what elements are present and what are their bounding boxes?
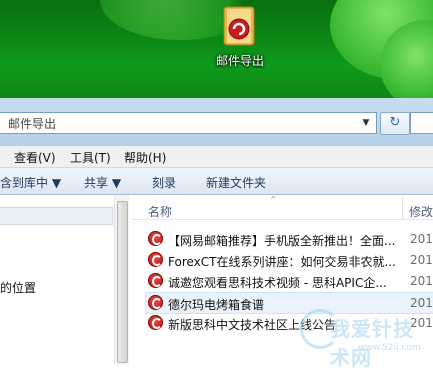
watermark-url: www.52ij.com [358,343,421,353]
netease-mail-icon [148,295,163,310]
address-field[interactable]: 邮件导出 ▼ [0,112,377,134]
netease-mail-icon [148,252,163,267]
search-input[interactable] [410,112,433,134]
menu-view[interactable]: 查看(V) [14,149,56,166]
address-bar-area: 邮件导出 ▼ ↻ [0,98,433,146]
file-date: 201 [410,232,433,246]
include-in-library-button[interactable]: 含到库中 ▼ [0,174,61,191]
nav-selected-item[interactable] [0,207,113,225]
new-folder-button[interactable]: 新建文件夹 [206,174,266,191]
scrollbar-thumb[interactable] [117,201,128,363]
menu-help[interactable]: 帮助(H) [124,149,166,166]
menu-bar: 查看(V) 工具(T) 帮助(H) [0,146,433,168]
list-item[interactable]: 诚邀您观看思科技术视频 - 思科APIC企... 201 [146,271,433,291]
column-header-modified[interactable]: 修改 [409,203,433,220]
navigation-pane: 的位置 [0,195,129,365]
address-path: 邮件导出 [8,117,57,131]
netease-mail-icon [148,231,163,246]
file-date: 201 [410,274,433,288]
file-name: 诚邀您观看思科技术视频 - 思科APIC企... [168,276,387,290]
burn-button[interactable]: 刻录 [152,174,176,191]
folder-label[interactable]: 邮件导出 [205,52,275,69]
file-name: 【网易邮箱推荐】手机版全新推出！全面... [168,234,396,248]
refresh-icon[interactable]: ↻ [380,112,410,135]
list-item[interactable]: 【网易邮箱推荐】手机版全新推出！全面... 201 [146,229,433,249]
site-watermark: 我爱针技术网 www.52ij.com [300,303,430,370]
share-button[interactable]: 共享 ▼ [84,174,121,191]
column-header-name[interactable]: 名称 [148,203,172,220]
list-header: ^ 名称 修改 [132,195,433,220]
nav-item-location[interactable]: 的位置 [0,279,36,296]
mail-folder-icon[interactable] [218,3,260,47]
menu-tools[interactable]: 工具(T) [70,149,111,166]
chevron-down-icon[interactable]: ▼ [358,114,374,132]
command-toolbar: 含到库中 ▼ 共享 ▼ 刻录 新建文件夹 [0,168,433,195]
file-name: ForexCT在线系列讲座：如何交易非农就... [168,255,396,269]
column-divider[interactable] [402,197,403,219]
list-item[interactable]: ForexCT在线系列讲座：如何交易非农就... 201 [146,250,433,270]
watermark-text: 我爱针技术网 [330,317,414,370]
nav-scrollbar[interactable] [114,195,129,365]
netease-mail-icon [148,315,163,330]
file-date: 201 [410,253,433,267]
desktop-background: 邮件导出 [0,0,433,110]
sort-arrow-icon: ^ [270,195,277,204]
netease-mail-icon [148,273,163,288]
